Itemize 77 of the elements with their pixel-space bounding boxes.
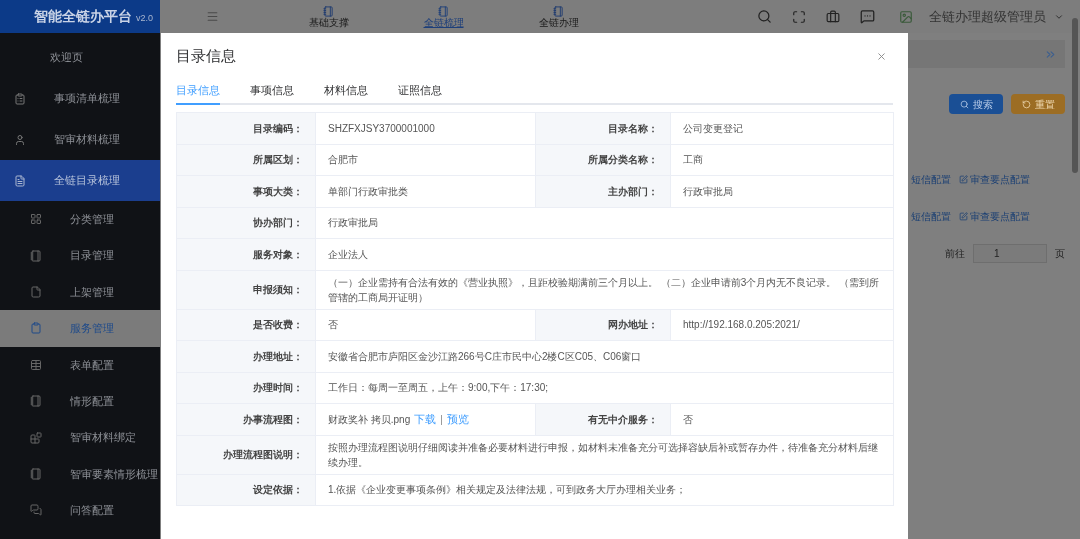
sidebar-subitem[interactable]: 智审材料绑定 [0, 419, 160, 456]
sidebar-item[interactable]: 欢迎页 [0, 37, 160, 78]
version-label: v2.0 [136, 11, 153, 25]
field-label: 有无中介服务： [536, 404, 671, 436]
brand-title: 智能全链办平台 [34, 7, 132, 26]
grid-icon [30, 213, 42, 226]
sidebar-subitem[interactable]: 智审要素情形梳理 [0, 455, 160, 493]
sidebar-subitem[interactable]: 问答配置 [0, 492, 160, 529]
top-nav-tab[interactable]: 全链办理 [501, 5, 616, 28]
field-label: 办理时间： [177, 372, 316, 404]
sidebar-subitem[interactable]: 情形配置 [0, 382, 160, 420]
dialog-tab[interactable]: 证照信息 [398, 81, 442, 105]
field-value: 1.依据《企业变更事项条例》相关规定及法律法规，可到政务大厅办理相关业务； [316, 474, 894, 506]
message-icon[interactable] [860, 9, 875, 24]
top-nav-tab[interactable]: 基础支撑 [271, 5, 386, 28]
sidebar-item[interactable]: 智审材料梳理 [0, 119, 160, 160]
sidebar-subitem[interactable]: 表单配置 [0, 346, 160, 383]
field-value: 按照办理流程图说明仔细阅读并准备必要材料进行申报，如材料未准备充分可选择容缺后补或暂存办件，待准备充分材料后继续办理。 [316, 435, 894, 475]
refresh-icon [1021, 99, 1031, 109]
sidebar-subitem[interactable]: 分类管理 [0, 201, 160, 238]
search-icon[interactable] [757, 9, 772, 24]
dialog-tab[interactable]: 材料信息 [324, 81, 368, 105]
field-label: 目录名称： [536, 113, 671, 145]
menu-icon[interactable] [206, 10, 219, 23]
chat-icon [30, 504, 42, 517]
field-label: 主办部门： [536, 176, 671, 208]
field-label: 申报须知： [177, 270, 316, 310]
sidebar-item[interactable]: 事项清单梳理 [0, 78, 160, 119]
sidebar-subitem[interactable]: 目录管理 [0, 237, 160, 274]
sidebar-subitem[interactable]: 上架管理 [0, 273, 160, 311]
blocks-icon [30, 431, 42, 444]
user-icon [14, 133, 26, 146]
field-label: 所属分类名称： [536, 144, 671, 176]
table-icon [30, 358, 42, 371]
field-label: 办理流程图说明： [177, 435, 316, 475]
page-input[interactable]: 1 [973, 244, 1047, 263]
briefcase-icon[interactable] [826, 9, 840, 24]
field-label: 是否收费： [177, 309, 316, 341]
field-label: 设定依据： [177, 474, 316, 506]
edit-icon [959, 212, 968, 221]
field-value: 工商 [671, 144, 894, 176]
field-value: 否 [671, 404, 894, 436]
field-label: 办事流程图： [177, 404, 316, 436]
user-name[interactable]: 全链办理超级管理员 [929, 6, 1046, 27]
field-value: 公司变更登记 [671, 113, 894, 145]
dialog-tab[interactable]: 事项信息 [250, 81, 294, 105]
field-label: 办理地址： [177, 341, 316, 373]
goto-label: 前往 [945, 247, 965, 261]
page-unit: 页 [1055, 247, 1065, 261]
file-name: 财政奖补 拷贝.png [328, 412, 411, 427]
field-value: 企业法人 [316, 239, 894, 271]
field-value: 行政审批局 [316, 207, 894, 239]
field-label: 目录编码： [177, 113, 316, 145]
fullscreen-icon[interactable] [792, 9, 806, 24]
file-icon [30, 285, 42, 298]
clipboard-icon [30, 322, 42, 335]
field-label: 所属区划： [177, 144, 316, 176]
sidebar-item[interactable]: 全链目录梳理 [0, 160, 160, 201]
close-icon[interactable] [876, 50, 887, 62]
clipboard-icon [14, 92, 26, 105]
field-value: （一）企业需持有合法有效的《营业执照》，且距校验期满前三个月以上。 （二）企业申请前3个月内无不良记录。 （需到所管辖的工商局开证明） [316, 270, 894, 310]
field-value: 行政审批局 [671, 176, 894, 208]
reset-button[interactable]: 重置 [1011, 94, 1065, 114]
field-value: http://192.168.0.205:2021/ [671, 309, 894, 341]
avatar-icon[interactable] [899, 9, 913, 24]
edit-icon [959, 175, 968, 184]
dialog-title: 目录信息 [176, 46, 236, 66]
search-button[interactable]: 搜索 [949, 94, 1003, 114]
search-icon [959, 99, 969, 109]
field-label: 协办部门： [177, 207, 316, 239]
link-separator: | [440, 412, 443, 427]
field-label: 事项大类： [177, 176, 316, 208]
scrollbar[interactable] [1072, 18, 1078, 173]
field-label: 服务对象： [177, 239, 316, 271]
document-icon [14, 174, 26, 187]
field-label: 网办地址： [536, 309, 671, 341]
field-value: 安徽省合肥市庐阳区金沙江路266号C庄市民中心2楼C区C05、C06窗口 [316, 341, 894, 373]
